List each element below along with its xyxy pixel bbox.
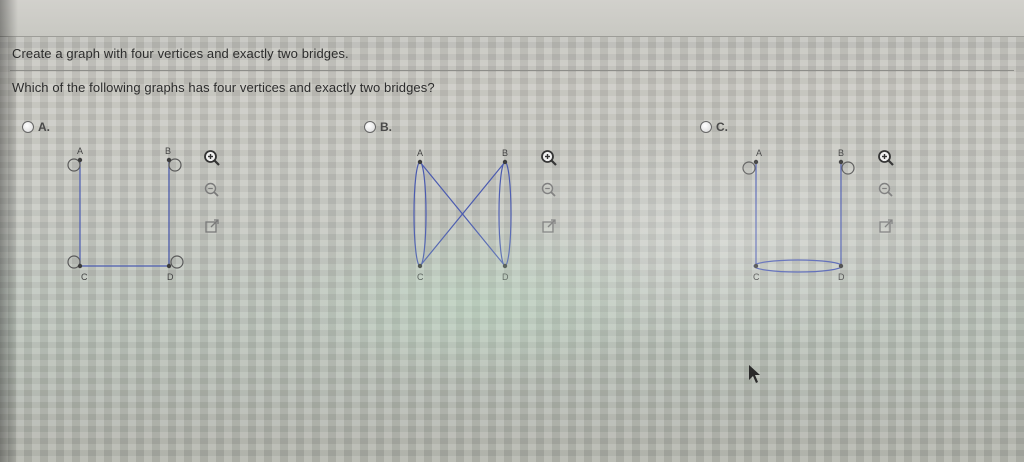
choice-a-option[interactable]: A. — [22, 120, 50, 134]
graph-b: A B C D — [413, 148, 512, 282]
vertex-b — [166, 157, 172, 163]
edge-c-d-double — [753, 259, 843, 273]
vertex-label-a: A — [756, 148, 762, 158]
vertex-a — [417, 159, 423, 165]
vertex-label-d: D — [838, 272, 845, 282]
vertex-label-b: B — [502, 148, 508, 158]
vertex-c — [753, 263, 759, 269]
choice-b-tools — [539, 148, 561, 238]
loop-a — [742, 161, 756, 175]
vertex-a — [753, 159, 759, 165]
loop-b — [841, 161, 855, 175]
vertex-label-c: C — [753, 272, 760, 282]
vertex-b — [838, 159, 844, 165]
zoom-in-icon[interactable] — [202, 148, 222, 168]
choice-a: A. A B C D — [22, 118, 352, 298]
vertex-label-a: A — [417, 148, 423, 158]
choice-a-letter: A. — [38, 120, 50, 134]
edge-b-d-double — [498, 161, 512, 267]
graph-a: A B C D — [67, 146, 184, 282]
zoom-out-icon[interactable] — [876, 180, 896, 200]
popout-icon[interactable] — [202, 216, 222, 236]
vertex-d — [166, 263, 172, 269]
zoom-in-icon[interactable] — [539, 148, 559, 168]
question-prompt: Which of the following graphs has four v… — [12, 80, 435, 95]
zoom-out-icon[interactable] — [539, 180, 559, 200]
vertex-label-b: B — [838, 148, 844, 158]
vertex-c — [77, 263, 83, 269]
choice-c-letter: C. — [716, 120, 728, 134]
vertex-d — [502, 263, 508, 269]
zoom-in-icon[interactable] — [876, 148, 896, 168]
popout-icon[interactable] — [539, 216, 559, 236]
vertex-label-d: D — [502, 272, 509, 282]
graph-c: A B C D — [742, 148, 855, 282]
choice-b-option[interactable]: B. — [364, 120, 392, 134]
choice-c-option[interactable]: C. — [700, 120, 728, 134]
vertex-label-b: B — [165, 146, 171, 156]
zoom-out-icon[interactable] — [202, 180, 222, 200]
choice-c-radio[interactable] — [700, 121, 712, 133]
choice-c: C. A B C D — [700, 118, 1024, 298]
vertex-a — [77, 157, 83, 163]
choice-b-radio[interactable] — [364, 121, 376, 133]
vertex-label-c: C — [417, 272, 424, 282]
choice-a-radio[interactable] — [22, 121, 34, 133]
divider — [10, 70, 1014, 71]
choice-b: B. A B C D — [364, 118, 694, 298]
edge-a-c-double — [413, 161, 427, 267]
mouse-cursor-icon — [749, 365, 760, 383]
vertex-label-d: D — [167, 272, 174, 282]
top-toolbar-band — [0, 0, 1024, 37]
popout-icon[interactable] — [876, 216, 896, 236]
question-instruction: Create a graph with four vertices and ex… — [12, 46, 349, 61]
choice-b-letter: B. — [380, 120, 392, 134]
choice-a-tools — [202, 148, 224, 238]
loop-d — [170, 255, 184, 269]
vertex-d — [838, 263, 844, 269]
choice-c-tools — [876, 148, 898, 238]
vertex-c — [417, 263, 423, 269]
vertex-label-a: A — [77, 146, 83, 156]
vertex-label-c: C — [81, 272, 88, 282]
vertex-b — [502, 159, 508, 165]
